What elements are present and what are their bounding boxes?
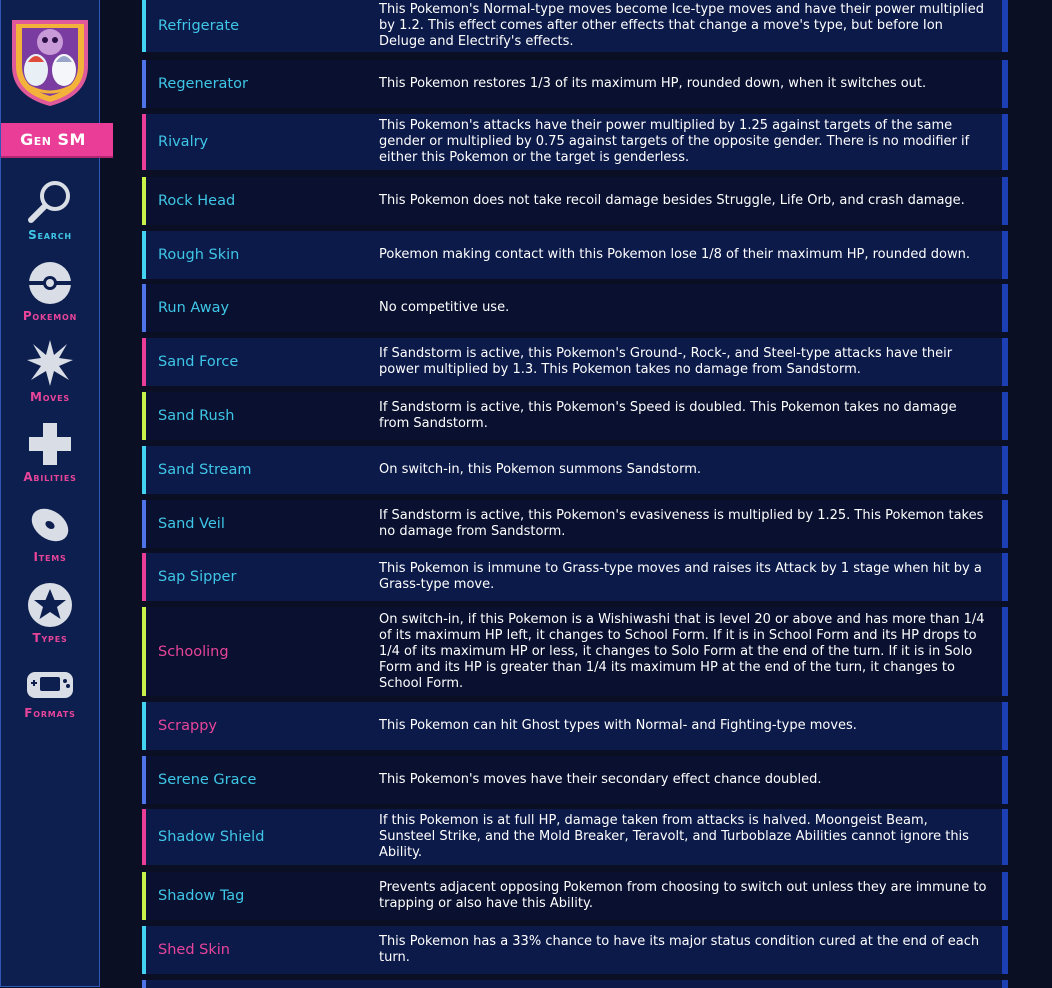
ability-description: This Pokemon is immune to Grass-type mov… [379, 561, 982, 592]
ability-description: If Sandstorm is active, this Pokemon's e… [379, 508, 984, 539]
ability-row[interactable]: Rock Head This Pokemon does not take reco… [142, 177, 1008, 225]
ability-description: If Sandstorm is active, this Pokemon's G… [379, 346, 953, 377]
nav-types[interactable]: Types [1, 581, 99, 645]
nav-pokemon-label: Pokemon [22, 309, 78, 323]
ability-description: This Pokemon's moves have their secondar… [379, 772, 822, 787]
ability-description: If Sandstorm is active, this Pokemon's S… [379, 400, 957, 431]
nav-types-label: Types [32, 631, 68, 645]
ability-row[interactable]: Schooling On switch-in, if this Pokemon i… [142, 607, 1008, 696]
ability-description: This Pokemon restores 1/3 of its maximum… [379, 76, 927, 91]
nav-moves-label: Moves [30, 390, 70, 404]
gameboy-icon [27, 672, 73, 698]
nav-search[interactable]: Search [1, 176, 99, 242]
ability-name[interactable]: Sand Force [146, 354, 379, 370]
ability-row[interactable]: Scrappy This Pokemon can hit Ghost types … [142, 702, 1008, 750]
nav-abilities[interactable]: Abilities [1, 420, 99, 484]
gen-label: Gen SM [20, 130, 86, 149]
ability-row[interactable]: Shadow Shield If this Pokemon is at full … [142, 809, 1008, 865]
pokeball-icon [29, 262, 71, 304]
ability-row[interactable]: Run Away No competitive use. [142, 284, 1008, 332]
nav-formats-label: Formats [24, 706, 76, 720]
ability-name[interactable]: Sand Stream [146, 462, 379, 478]
ability-name[interactable]: Regenerator [146, 76, 379, 92]
ability-row[interactable]: Refrigerate This Pokemon's Normal-type mo… [142, 0, 1008, 52]
ability-name[interactable]: Sand Veil [146, 516, 379, 532]
nav-formats[interactable]: Formats [1, 666, 99, 720]
ability-name[interactable]: Rock Head [146, 193, 379, 209]
ability-name[interactable]: Refrigerate [146, 18, 379, 34]
nav-pokemon[interactable]: Pokemon [1, 259, 99, 323]
sidebar: Gen SM Search Pokemon Moves Abilities It… [0, 0, 113, 987]
ability-name[interactable]: Rivalry [146, 134, 379, 150]
ability-description: Pokemon making contact with this Pokemon… [379, 247, 970, 262]
ability-row[interactable]: Sand Force If Sandstorm is active, this P… [142, 338, 1008, 386]
burst-icon [27, 340, 73, 386]
ability-row[interactable]: Sand Veil If Sandstorm is active, this Po… [142, 500, 1008, 548]
nav-abilities-label: Abilities [23, 470, 77, 484]
ability-row[interactable]: Rivalry This Pokemon's attacks have their… [142, 114, 1008, 170]
ability-row[interactable]: Shadow Tag Prevents adjacent opposing Pok… [142, 872, 1008, 920]
star-icon [28, 583, 72, 627]
nav-items[interactable]: Items [1, 502, 99, 564]
ability-description: This Pokemon has a 33% chance to have it… [379, 934, 980, 965]
ability-description: This Pokemon's attacks have their power … [379, 118, 970, 165]
ability-name[interactable]: Sand Rush [146, 408, 379, 424]
ability-row[interactable]: Serene Grace This Pokemon's moves have th… [142, 756, 1008, 804]
ability-description: On switch-in, this Pokemon summons Sands… [379, 462, 702, 477]
ability-row[interactable]: Regenerator This Pokemon restores 1/3 of … [142, 60, 1008, 108]
gen-selector-tab[interactable]: Gen SM [1, 123, 113, 156]
ability-row[interactable]: Sap Sipper This Pokemon is immune to Gras… [142, 553, 1008, 601]
ability-row-partial [142, 980, 1008, 988]
ability-name[interactable]: Rough Skin [146, 247, 379, 263]
ability-name[interactable]: Shadow Tag [146, 888, 379, 904]
ability-name[interactable]: Shadow Shield [146, 829, 379, 845]
ability-description: This Pokemon does not take recoil damage… [379, 193, 965, 208]
nav-search-label: Search [28, 228, 72, 242]
ability-description: This Pokemon's Normal-type moves become … [379, 2, 985, 49]
site-logo[interactable] [10, 14, 90, 107]
ability-name[interactable]: Serene Grace [146, 772, 379, 788]
ability-row[interactable]: Sand Stream On switch-in, this Pokemon su… [142, 446, 1008, 494]
plus-icon [29, 423, 71, 465]
ability-row[interactable]: Rough Skin Pokemon making contact with th… [142, 231, 1008, 279]
ability-description: No competitive use. [379, 300, 510, 315]
search-icon [28, 181, 70, 223]
ability-row[interactable]: Shed Skin This Pokemon has a 33% chance t… [142, 926, 1008, 974]
ability-name[interactable]: Scrappy [146, 718, 379, 734]
ability-name[interactable]: Schooling [146, 644, 379, 660]
disc-icon [31, 508, 69, 542]
nav-moves[interactable]: Moves [1, 338, 99, 404]
ability-description: This Pokemon can hit Ghost types with No… [379, 718, 857, 733]
ability-name[interactable]: Shed Skin [146, 942, 379, 958]
ability-description: If this Pokemon is at full HP, damage ta… [379, 813, 969, 860]
nav-items-label: Items [33, 550, 67, 564]
ability-description: On switch-in, if this Pokemon is a Wishi… [379, 611, 985, 691]
ability-row[interactable]: Sand Rush If Sandstorm is active, this Po… [142, 392, 1008, 440]
ability-name[interactable]: Run Away [146, 300, 379, 316]
ability-description: Prevents adjacent opposing Pokemon from … [379, 880, 987, 911]
ability-name[interactable]: Sap Sipper [146, 569, 379, 585]
